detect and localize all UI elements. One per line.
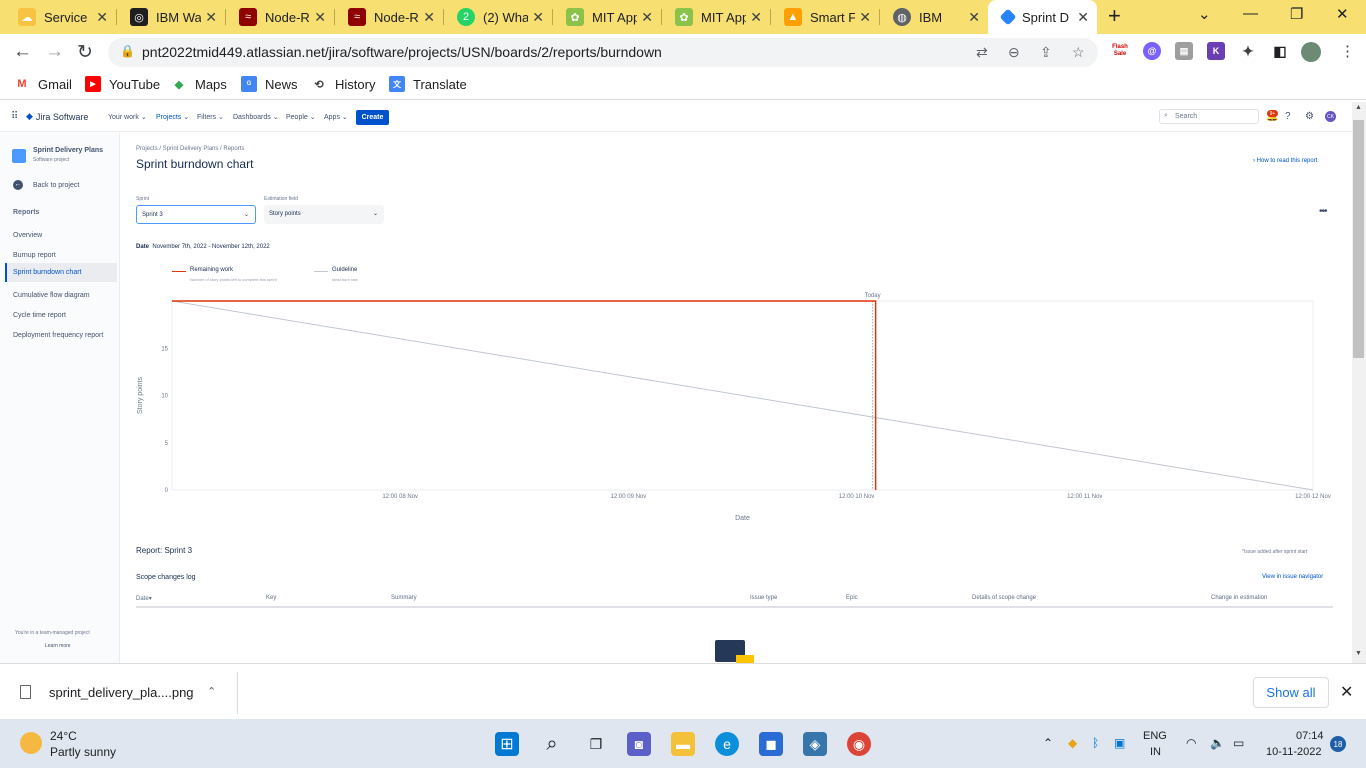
search-icon[interactable]: ⌕ xyxy=(540,732,564,756)
weather-temp[interactable]: 24°C xyxy=(50,729,77,743)
column-header-key[interactable]: Key xyxy=(266,595,276,601)
x-tick-label: 12:00 12 Nov xyxy=(1295,494,1331,500)
y-tick-label: 0 xyxy=(165,488,169,494)
show-all-button[interactable]: Show all xyxy=(1253,677,1329,708)
column-header-date[interactable]: Date▾ xyxy=(136,595,152,602)
download-bar: sprint_delivery_pla....png ⌃ Show all ✕ xyxy=(0,663,1366,719)
table-header-divider xyxy=(136,606,1333,608)
column-header-summary[interactable]: Summary xyxy=(391,595,417,601)
battery-icon[interactable]: ▭ xyxy=(1233,736,1244,750)
weather-sun-icon[interactable] xyxy=(20,732,42,754)
volume-icon[interactable]: 🔈 xyxy=(1210,736,1225,750)
x-tick-label: 12:00 10 Nov xyxy=(839,494,875,500)
tray-overflow-icon[interactable]: ⌃ xyxy=(1043,736,1053,750)
weather-desc[interactable]: Partly sunny xyxy=(50,745,116,759)
scrollbar-thumb[interactable] xyxy=(1353,120,1364,358)
learn-more-link[interactable]: Learn more xyxy=(45,643,71,649)
start-windows-icon[interactable]: ⊞ xyxy=(495,732,519,756)
column-header-change-estimation[interactable]: Change in estimation xyxy=(1211,595,1267,601)
store-icon[interactable]: ◼ xyxy=(759,732,783,756)
download-separator xyxy=(237,672,238,714)
task-view-icon[interactable]: ❐ xyxy=(584,732,608,756)
x-tick-label: 12:00 09 Nov xyxy=(611,494,647,500)
edge-icon[interactable]: e xyxy=(715,732,739,756)
scroll-up-arrow-icon[interactable]: ▲ xyxy=(1355,104,1362,111)
x-axis-label: Date xyxy=(735,515,750,522)
series-line-guideline xyxy=(171,300,1314,491)
language-indicator[interactable]: ENG xyxy=(1143,730,1167,742)
y-tick-label: 15 xyxy=(161,346,168,352)
scroll-down-arrow-icon[interactable]: ▼ xyxy=(1355,650,1362,657)
issue-added-note: *Issue added after sprint start xyxy=(1242,549,1308,555)
screen: ☁ Service D ✕ ◎ IBM Wat ✕ ≈ Node-RE ✕ ≈ … xyxy=(0,0,1366,768)
empty-state-illustration-accent xyxy=(736,655,754,663)
region-indicator[interactable]: IN xyxy=(1150,746,1161,758)
wifi-icon[interactable]: ◠ xyxy=(1186,736,1196,750)
team-managed-note: You're in a team-managed project xyxy=(15,630,90,636)
x-tick-label: 12:00 11 Nov xyxy=(1067,494,1102,500)
windows-taskbar: 24°C Partly sunny ⊞ ⌕ ❐ ◙ ▬ e ◼ ◈ ◉ ⌃ ◆ … xyxy=(0,719,1366,768)
column-header-scope-change[interactable]: Details of scope change xyxy=(972,595,1036,601)
scope-changes-title: Scope changes log xyxy=(136,574,196,581)
chevron-up-icon[interactable]: ⌃ xyxy=(207,685,216,698)
column-header-epic[interactable]: Epic xyxy=(846,595,858,601)
bluetooth-icon[interactable]: ᛒ xyxy=(1092,736,1099,750)
today-label: Today xyxy=(865,293,881,299)
column-header-issue-type[interactable]: Issue type xyxy=(750,595,777,601)
python-icon[interactable]: ◈ xyxy=(803,732,827,756)
burndown-chart: 0 5 10 15 12:00 08 Nov 12:00 09 Nov 12:00 10 N… xyxy=(137,293,1331,522)
series-line-remaining-work xyxy=(172,300,877,490)
notification-center-badge[interactable]: 18 xyxy=(1330,736,1346,752)
file-icon xyxy=(20,685,31,699)
close-download-bar-icon[interactable]: ✕ xyxy=(1340,682,1353,702)
display-icon[interactable]: ▣ xyxy=(1114,736,1125,750)
file-explorer-icon[interactable]: ▬ xyxy=(671,732,695,756)
report-title: Report: Sprint 3 xyxy=(136,546,193,555)
y-axis-label: Story points xyxy=(137,377,144,414)
y-tick-label: 10 xyxy=(161,394,168,400)
y-tick-label: 5 xyxy=(165,441,169,447)
view-in-issue-navigator-link[interactable]: View in issue navigator xyxy=(1262,574,1323,580)
x-tick-label: 12:00 08 Nov xyxy=(382,494,418,500)
clock-time[interactable]: 07:14 xyxy=(1296,730,1324,742)
clock-date[interactable]: 10-11-2022 xyxy=(1266,746,1321,758)
teams-chat-icon[interactable]: ◙ xyxy=(627,732,651,756)
security-icon[interactable]: ◆ xyxy=(1068,736,1077,750)
chrome-icon[interactable]: ◉ xyxy=(847,732,871,756)
download-file-name[interactable]: sprint_delivery_pla....png xyxy=(49,685,194,700)
